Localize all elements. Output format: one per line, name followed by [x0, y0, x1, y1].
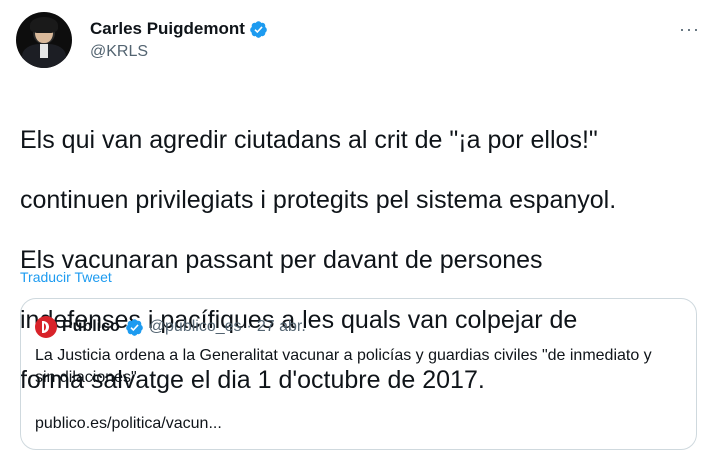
publico-logo-icon	[35, 316, 57, 338]
tweet-text-line: continuen privilegiats i protegits pel s…	[20, 186, 617, 214]
tweet-text-line: Els vacunaran passant per davant de pers…	[20, 246, 543, 274]
quoted-tweet-text: La Justicia ordena a la Generalitat vacu…	[35, 347, 652, 386]
quoted-tweet-header: Público @publico_es · 27 abr.	[35, 316, 306, 338]
quoted-author-handle: @publico_es	[148, 318, 242, 335]
author-display-name[interactable]: Carles Puigdemont	[90, 19, 245, 39]
author-name-row: Carles Puigdemont	[90, 19, 268, 39]
author-handle[interactable]: @KRLS	[90, 43, 148, 61]
quoted-date: 27 abr.	[256, 318, 306, 335]
more-options-icon[interactable]: ···	[679, 20, 700, 38]
verified-badge-icon	[125, 318, 143, 336]
tweet-card: Carles Puigdemont @KRLS ··· Els qui van …	[0, 0, 717, 467]
quoted-tweet-link[interactable]: publico.es/politica/vacun...	[35, 415, 222, 433]
translate-tweet-link[interactable]: Traducir Tweet	[20, 269, 112, 285]
tweet-text-line: Els qui van agredir ciutadans al crit de…	[20, 126, 598, 154]
avatar-shirt-shape	[40, 44, 48, 58]
quoted-author-name: Público	[62, 318, 120, 335]
verified-badge-icon	[250, 20, 267, 38]
avatar-hair-shape	[30, 17, 58, 33]
quoted-separator: ·	[246, 318, 252, 335]
quoted-tweet[interactable]: Público @publico_es · 27 abr. La Justici…	[20, 298, 697, 450]
avatar[interactable]	[16, 12, 72, 68]
